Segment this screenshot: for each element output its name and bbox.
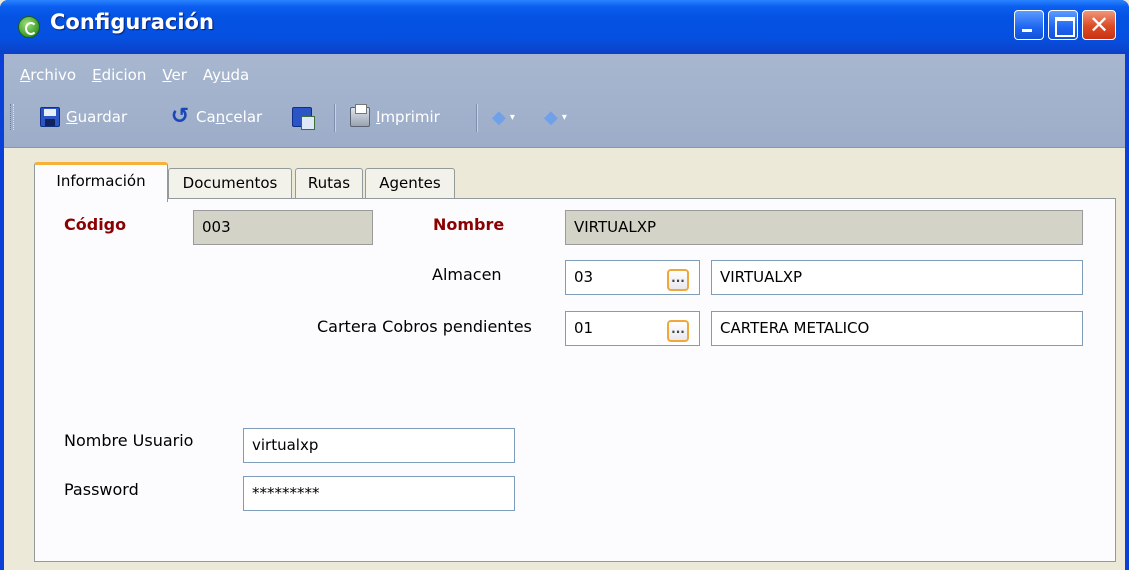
tab-panel-informacion: Código 003 Nombre VIRTUALXP Almacen 03 .… — [34, 198, 1116, 562]
usuario-field[interactable]: virtualxp — [243, 428, 515, 463]
printer-icon — [350, 104, 370, 127]
save-as-icon — [292, 107, 315, 130]
nombre-label: Nombre — [433, 215, 505, 234]
arrow-down-icon: ◆ — [544, 106, 558, 128]
cartera-lookup-button[interactable]: ... — [667, 320, 689, 342]
toolbar: Guardar ↺ Cancelar Imprimir ◆ ▾ ◆ ▾ — [4, 96, 1125, 136]
cancel-label: Cancelar — [196, 108, 263, 126]
close-button[interactable]: ✕ — [1082, 10, 1116, 40]
password-label: Password — [64, 480, 139, 499]
print-button[interactable]: Imprimir — [350, 104, 440, 130]
cartera-name-field[interactable]: CARTERA METALICO — [711, 311, 1083, 346]
command-bars: Archivo Edicion Ver Ayuda Guardar ↺ Canc… — [4, 54, 1125, 148]
print-label: Imprimir — [376, 108, 440, 126]
chevron-down-icon[interactable]: ▾ — [562, 112, 567, 123]
password-field[interactable]: ********* — [243, 476, 515, 511]
menu-edicion[interactable]: Edicion — [90, 64, 148, 88]
save-as-button[interactable] — [292, 104, 318, 130]
undo-icon: ↺ — [170, 104, 190, 129]
cartera-label: Cartera Cobros pendientes — [317, 317, 532, 336]
close-icon: ✕ — [1088, 11, 1110, 39]
tab-rutas[interactable]: Rutas — [295, 168, 363, 200]
previous-record-button[interactable]: ◆ ▾ — [492, 104, 515, 130]
next-record-button[interactable]: ◆ ▾ — [544, 104, 567, 130]
tab-agentes[interactable]: Agentes — [365, 168, 455, 200]
arrow-up-icon: ◆ — [492, 106, 506, 128]
maximize-button[interactable] — [1048, 10, 1078, 40]
save-label: Guardar — [66, 108, 128, 126]
almacen-label: Almacen — [432, 265, 502, 284]
toolbar-separator — [476, 104, 478, 132]
usuario-label: Nombre Usuario — [64, 431, 194, 450]
save-icon — [40, 107, 60, 127]
toolbar-separator — [334, 104, 336, 132]
menu-archivo[interactable]: Archivo — [18, 64, 78, 88]
nombre-field[interactable]: VIRTUALXP — [565, 210, 1083, 245]
title-bar[interactable]: Configuración ✕ — [0, 0, 1129, 54]
window-title: Configuración — [50, 10, 214, 34]
almacen-name-field[interactable]: VIRTUALXP — [711, 260, 1083, 295]
codigo-label: Código — [64, 215, 127, 234]
menu-bar: Archivo Edicion Ver Ayuda — [18, 64, 251, 88]
configuracion-window: Configuración ✕ Archivo Edicion Ver Ayud… — [0, 0, 1129, 570]
app-icon — [18, 16, 40, 38]
minimize-button[interactable] — [1014, 10, 1044, 40]
codigo-field[interactable]: 003 — [193, 210, 373, 245]
menu-ayuda[interactable]: Ayuda — [201, 64, 251, 88]
save-button[interactable]: Guardar — [40, 104, 127, 130]
tab-documentos[interactable]: Documentos — [168, 168, 292, 200]
almacen-lookup-button[interactable]: ... — [667, 269, 689, 291]
chevron-down-icon[interactable]: ▾ — [510, 112, 515, 123]
menu-ver[interactable]: Ver — [160, 64, 189, 88]
tab-informacion[interactable]: Información — [34, 162, 168, 202]
cancel-button[interactable]: ↺ Cancelar — [170, 104, 262, 130]
toolbar-grip[interactable] — [10, 104, 14, 130]
window-client: Archivo Edicion Ver Ayuda Guardar ↺ Canc… — [4, 54, 1125, 570]
